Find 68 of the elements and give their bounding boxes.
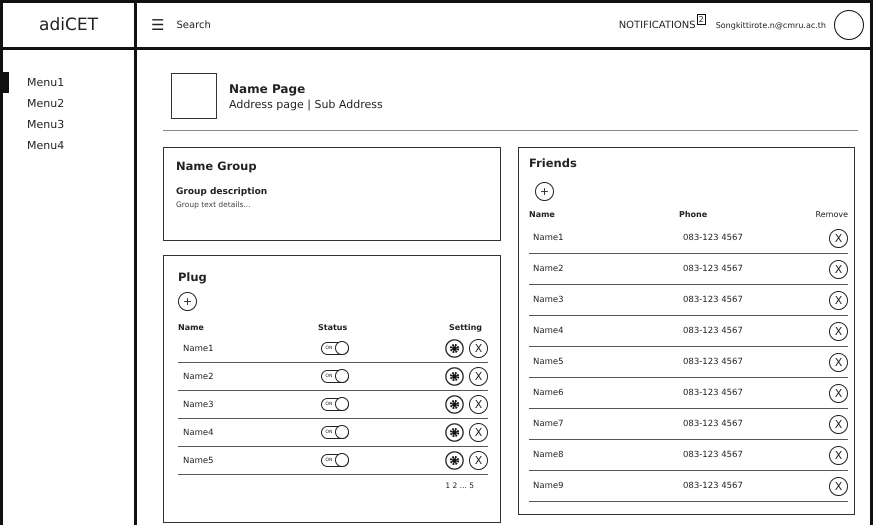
sidebar-item[interactable]: Menu3 [3,114,134,135]
sidebar-item[interactable]: Menu1 [3,72,134,93]
table-cell-text: Name7 [532,419,564,429]
remove-button[interactable]: X [829,446,848,464]
table-cell-text: 083-123 4567 [683,233,744,243]
table-cell-text: Name5 [532,357,564,367]
table-cell-text: 083-123 4567 [683,481,744,491]
add-button[interactable]: + [178,292,197,311]
remove-button[interactable]: X [829,228,848,248]
table-cell-text: 083-123 4567 [683,388,744,398]
remove-button[interactable]: X [829,260,848,278]
table-cell-text: Name8 [532,450,564,460]
column-header: Remove [814,210,848,218]
settings-icon[interactable] [445,395,464,414]
delete-button[interactable]: X [469,395,488,414]
page-title: Name Page [229,82,306,96]
delete-button[interactable]: X [469,451,488,470]
table-cell-text: Name4 [182,428,214,438]
notifications-link[interactable]: NOTIFICATIONS [618,20,696,30]
remove-button[interactable]: X [829,384,848,402]
table-cell-text: 083-123 4567 [683,357,744,367]
table-cell-text: Name2 [532,264,564,274]
sidebar-item[interactable]: Menu4 [3,135,134,156]
table-cell-text: Name2 [182,372,214,382]
remove-button[interactable]: X [829,476,848,496]
app-logo: adiCET [3,3,137,47]
breadcrumb: Address page | Sub Address [229,98,383,110]
notification-count: 2 [696,14,706,25]
settings-icon[interactable] [445,367,464,386]
group-title: Name Group [176,159,258,173]
avatar-circle[interactable] [834,10,864,40]
table-cell-text: 083-123 4567 [683,326,744,336]
table-cell-text: 083-123 4567 [683,295,744,305]
column-header: Status [318,322,348,332]
column-header: Phone [679,210,708,218]
table-cell-text: Name1 [182,344,214,354]
search-field[interactable]: Search [176,20,211,30]
column-header: Name [529,210,556,218]
delete-button[interactable]: X [469,367,488,386]
table-cell-text: 083-123 4567 [683,419,744,429]
remove-button[interactable]: X [829,322,848,340]
settings-icon[interactable] [445,451,464,470]
delete-button[interactable]: X [469,423,488,442]
friends-title: Friends [529,156,578,170]
table-cell-text: Name9 [532,481,564,491]
table-cell-text: Name5 [182,456,214,466]
remove-button[interactable]: X [829,290,848,310]
column-header: Name [178,322,205,332]
user-email: Songkittirote.n@cmru.ac.th [716,20,826,30]
sidebar-item[interactable]: Menu2 [3,93,134,114]
plug-title: Plug [178,270,208,284]
table-cell-text: Name6 [532,388,564,398]
table-cell-text: Name3 [532,295,564,305]
description-title: Group description [176,187,268,197]
column-header: Setting [448,322,483,332]
remove-button[interactable]: X [829,414,848,434]
add-button[interactable]: + [535,182,554,201]
table-cell-text: Name1 [532,233,564,243]
settings-icon[interactable] [445,339,464,358]
table-cell-text: Name4 [532,326,564,336]
page-image-placeholder [171,73,217,119]
menu-button[interactable]: ☰ [151,16,164,34]
settings-icon[interactable] [445,423,464,442]
delete-button[interactable]: X [469,339,488,358]
table-cell-text: Name3 [182,400,214,410]
remove-button[interactable]: X [829,352,848,372]
table-cell-text: 083-123 4567 [683,264,744,274]
table-cell-text: 083-123 4567 [683,450,744,460]
